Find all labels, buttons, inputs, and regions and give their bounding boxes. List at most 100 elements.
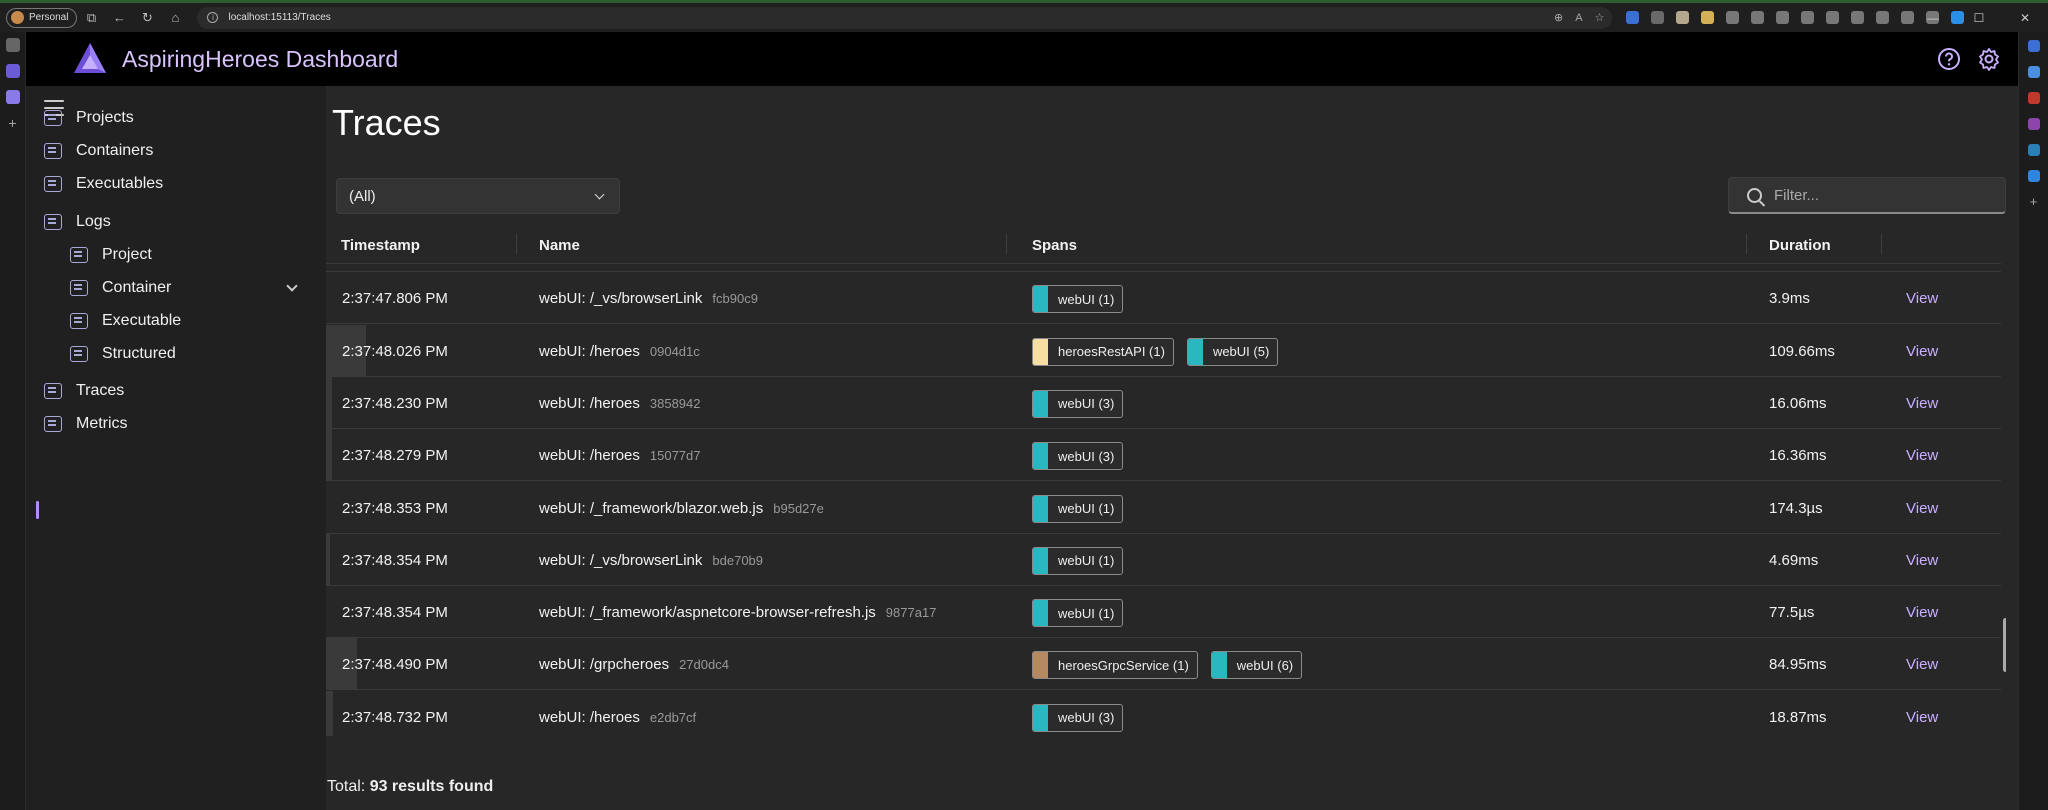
view-link[interactable]: View [1906,343,1938,360]
span-badge[interactable]: webUI (1) [1032,546,1124,575]
maximize-icon[interactable]: ☐ [1956,11,2002,25]
span-badge[interactable]: heroesGrpcService (1) [1032,651,1198,680]
sidebar-item-logs-container[interactable]: Container [70,273,171,303]
sidebar-item-logs-structured[interactable]: Structured [70,339,176,369]
sidebar-item-logs-executable[interactable]: Executable [70,306,181,336]
table-row[interactable]: 2:37:48.354 PM webUI: /_framework/aspnetc… [326,586,2001,639]
sidebar-item-metrics[interactable]: Metrics [44,409,128,439]
row-trace-id: fcb90c9 [712,291,758,307]
table-row[interactable]: 2:37:48.732 PM webUI: /heroes e2db7cf webUI… [326,690,2001,736]
row-duration: 174.3µs [1769,499,1823,517]
span-color-swatch [1033,286,1048,313]
sidebar-app-icon[interactable] [2027,118,2040,130]
extension-icon[interactable] [1676,11,1690,24]
tab-icon[interactable] [5,38,20,52]
search-icon[interactable] [2027,40,2040,52]
span-badge[interactable]: heroesRestAPI (1) [1032,337,1174,366]
read-aloud-icon[interactable]: A [1575,12,1582,24]
span-badge[interactable]: webUI (3) [1032,442,1124,471]
tab-icon[interactable] [5,64,20,78]
span-badge[interactable]: webUI (6) [1210,651,1303,680]
extension-icon[interactable] [1726,11,1740,24]
table-row[interactable]: 2:37:48.354 PM webUI: /_vs/browserLink bde… [326,533,2001,586]
favorites-icon[interactable] [1826,11,1840,24]
home-icon[interactable]: ⌂ [161,4,189,32]
resource-select[interactable]: (All) [336,178,620,214]
span-badge[interactable]: webUI (5) [1186,337,1279,366]
address-bar[interactable]: i localhost:15113/Traces ⊕ A ☆ [197,6,1613,29]
span-badge[interactable]: webUI (1) [1032,494,1124,523]
table-row[interactable]: 2:37:48.279 PM webUI: /heroes 15077d7 webUI… [326,429,2001,482]
table-row[interactable]: 2:37:47.806 PM webUI: /_vs/browserLink fcb… [326,272,2001,325]
span-badge[interactable]: webUI (3) [1032,389,1124,418]
extension-icon[interactable] [1626,11,1640,24]
extension-icon[interactable] [1701,11,1715,24]
extension-icon[interactable] [1876,11,1890,24]
row-duration: 3.9ms [1769,290,1810,308]
back-icon[interactable]: ← [105,4,133,32]
column-divider[interactable] [1881,234,1882,254]
row-name: webUI: /heroes e2db7cf [539,709,696,726]
span-badge[interactable]: webUI (1) [1032,285,1124,314]
zoom-icon[interactable]: ⊕ [1554,11,1563,24]
scrollbar-thumb[interactable] [2003,618,2006,672]
new-tab-icon[interactable]: + [6,116,20,130]
view-link[interactable]: View [1906,500,1938,517]
filter-input[interactable] [1774,186,1994,204]
sidebar-item-projects[interactable]: Projects [44,103,134,133]
favorite-star-icon[interactable]: ☆ [1595,11,1605,24]
split-screen-icon[interactable] [1801,11,1815,24]
view-link[interactable]: View [1906,395,1938,412]
total-count: 93 results found [369,778,494,795]
refresh-icon[interactable]: ↻ [133,4,161,32]
table-row[interactable]: 2:37:48.026 PM webUI: /heroes 0904d1c heroe… [326,324,2001,377]
row-duration: 16.36ms [1769,447,1827,465]
sidebar-item-containers[interactable]: Containers [44,136,153,166]
view-link[interactable]: View [1906,552,1938,569]
shield-extension-icon[interactable] [1651,11,1665,24]
table-row[interactable]: 2:37:48.490 PM webUI: /grpcheroes 27d0dc4 h… [326,638,2001,691]
sidebar-item-label: Executable [102,312,182,329]
add-app-icon[interactable]: + [2028,195,2040,208]
column-divider[interactable] [1006,234,1007,254]
chevron-down-icon[interactable] [286,280,298,292]
view-link[interactable]: View [1906,290,1938,307]
view-link[interactable]: View [1906,656,1938,673]
sidebar-app-icon[interactable] [2027,92,2040,104]
help-button[interactable] [1934,44,1964,74]
settings-button[interactable] [1974,44,2004,74]
view-link[interactable]: View [1906,709,1938,726]
row-name-text: webUI: /heroes [539,342,640,360]
sidebar-item-logs[interactable]: Logs [44,207,111,237]
table-row[interactable]: 2:37:48.230 PM webUI: /heroes 3858942 webUI… [326,376,2001,429]
span-badge[interactable]: webUI (3) [1032,703,1124,732]
table-row[interactable]: 2:37:48.353 PM webUI: /_framework/blazor.… [326,482,2001,534]
view-link[interactable]: View [1906,447,1938,464]
column-header-duration[interactable]: Duration [1769,237,1831,254]
sidebar-app-icon[interactable] [2027,170,2040,182]
sidebar-app-icon[interactable] [2027,66,2040,78]
extension-icon[interactable] [1751,11,1765,24]
sidebar-app-icon[interactable] [2027,144,2040,156]
profile-button[interactable]: Personal [6,7,78,28]
view-link[interactable]: View [1906,604,1938,621]
column-header-name[interactable]: Name [539,237,580,254]
sidebar-item-logs-project[interactable]: Project [70,240,152,270]
table-scrollbar[interactable] [2001,226,2006,736]
sidebar-item-executables[interactable]: Executables [44,169,163,199]
downloads-icon[interactable] [1851,11,1865,24]
column-divider[interactable] [1746,234,1747,254]
close-icon[interactable]: ✕ [2002,11,2048,25]
row-trace-id: 27d0dc4 [679,657,729,673]
column-divider[interactable] [516,234,517,254]
sidebar-item-traces[interactable]: Traces [44,376,124,406]
span-badge[interactable]: webUI (1) [1032,599,1124,628]
tab-icon[interactable] [5,90,20,104]
extension-icon[interactable] [1776,11,1790,24]
row-timestamp: 2:37:48.279 PM [342,447,448,465]
site-info-icon[interactable]: i [207,12,219,23]
minimize-icon[interactable]: — [1910,11,1956,25]
tab-actions-icon[interactable]: ⧉ [77,4,105,32]
column-header-spans[interactable]: Spans [1032,237,1077,254]
column-header-timestamp[interactable]: Timestamp [341,237,420,254]
